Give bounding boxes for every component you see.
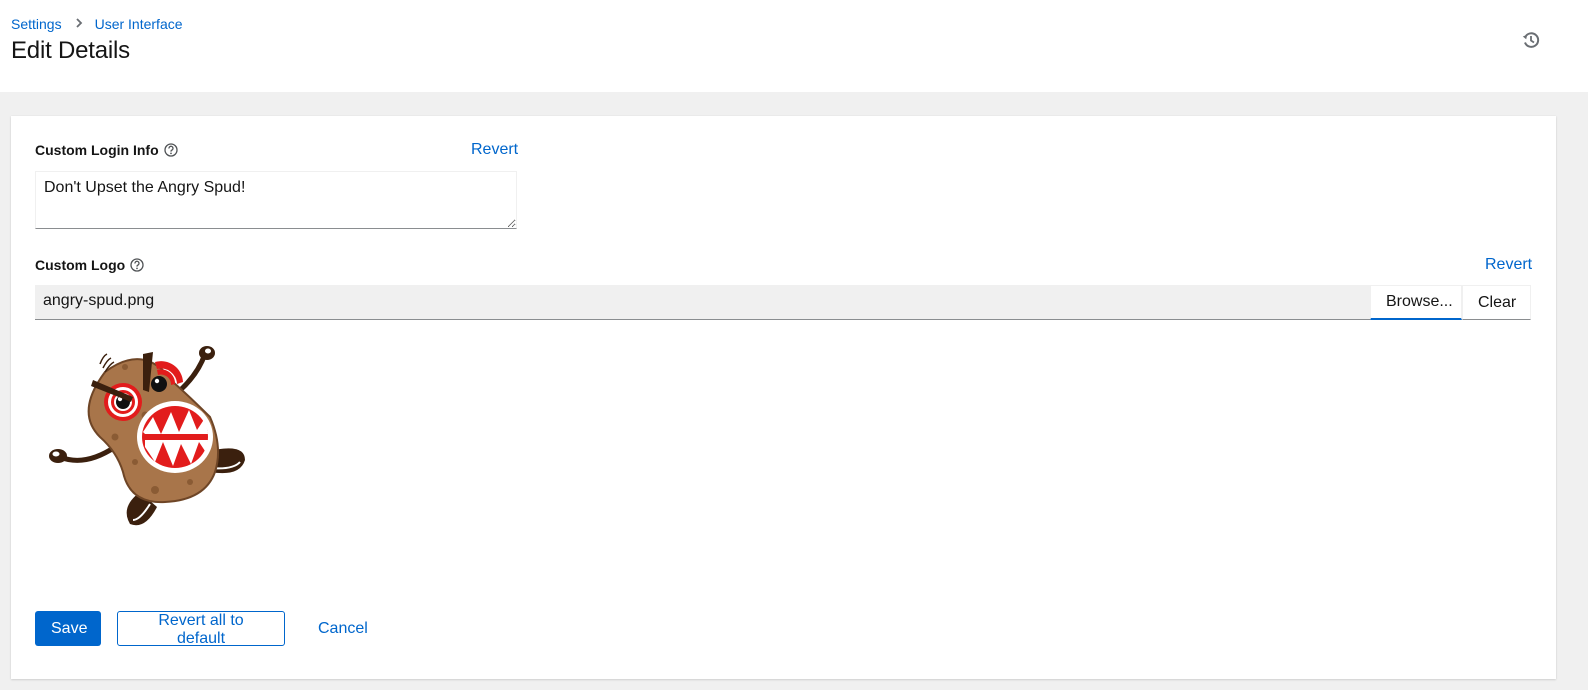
breadcrumb: Settings User Interface bbox=[11, 16, 183, 32]
angry-spud-image bbox=[49, 346, 245, 526]
page-title: Edit Details bbox=[11, 37, 130, 64]
breadcrumb-user-interface[interactable]: User Interface bbox=[95, 16, 183, 32]
question-circle-icon[interactable] bbox=[164, 143, 178, 157]
cancel-button[interactable]: Cancel bbox=[302, 611, 384, 646]
custom-login-info-revert-link[interactable]: Revert bbox=[471, 141, 518, 159]
history-button[interactable] bbox=[1520, 29, 1542, 51]
clear-button[interactable]: Clear bbox=[1462, 285, 1531, 320]
page-header: Settings User Interface Edit Details bbox=[0, 0, 1588, 92]
custom-logo-label-text: Custom Logo bbox=[35, 257, 126, 273]
custom-login-info-label: Custom Login Info bbox=[35, 142, 178, 158]
browse-button[interactable]: Browse... bbox=[1370, 285, 1462, 320]
custom-logo-filename[interactable]: angry-spud.png bbox=[35, 285, 1370, 320]
breadcrumb-settings[interactable]: Settings bbox=[11, 16, 62, 32]
history-icon bbox=[1522, 32, 1540, 48]
custom-login-info-label-text: Custom Login Info bbox=[35, 142, 159, 158]
custom-logo-file-upload: angry-spud.png Browse... Clear bbox=[35, 285, 1531, 320]
question-circle-icon[interactable] bbox=[130, 258, 144, 272]
custom-login-info-textarea[interactable] bbox=[35, 171, 517, 229]
breadcrumb-separator-icon bbox=[75, 17, 83, 31]
settings-form-card: Custom Login Info Revert Custom Logo Rev… bbox=[11, 116, 1556, 679]
save-button[interactable]: Save bbox=[35, 611, 101, 646]
custom-logo-label: Custom Logo bbox=[35, 257, 144, 273]
custom-logo-preview bbox=[45, 342, 255, 530]
custom-logo-revert-link[interactable]: Revert bbox=[1485, 256, 1532, 274]
revert-all-to-default-button[interactable]: Revert all to default bbox=[117, 611, 285, 647]
